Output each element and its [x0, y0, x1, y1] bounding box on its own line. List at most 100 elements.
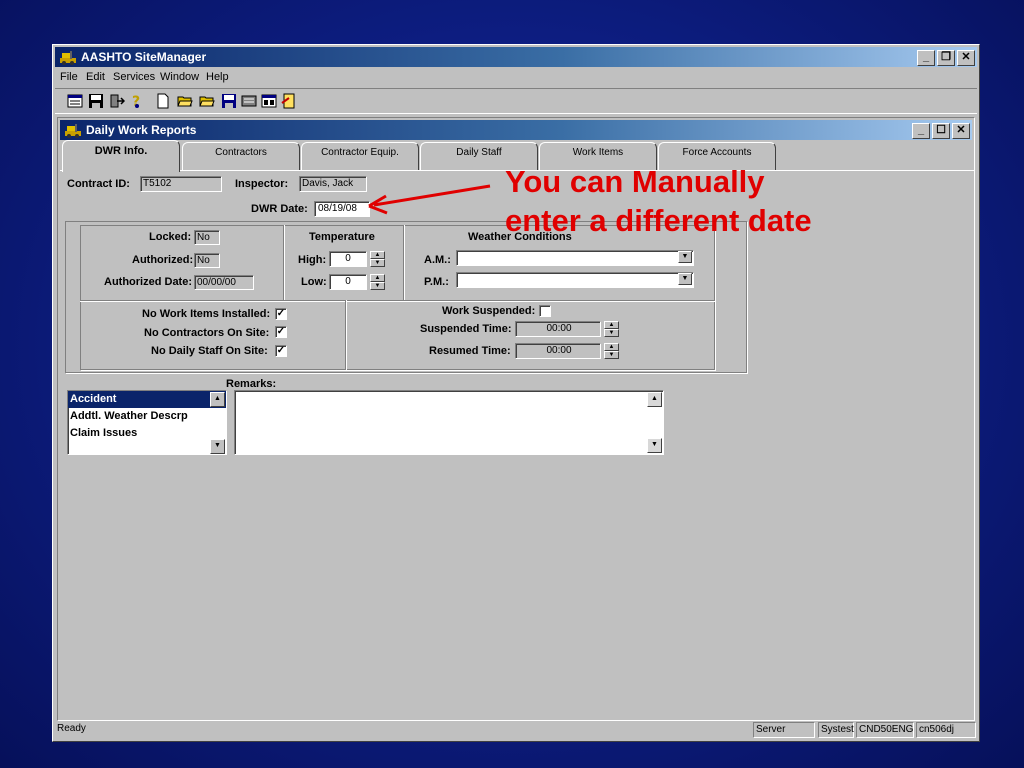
annotation-text: You can Manually enter a different date [505, 162, 812, 240]
list-item[interactable]: Claim Issues [68, 425, 226, 442]
report-icon[interactable] [261, 93, 277, 109]
remarks-textarea[interactable] [234, 390, 664, 455]
list-icon[interactable] [241, 93, 257, 109]
new-document-icon[interactable] [155, 93, 171, 109]
divider [403, 225, 404, 301]
authorized-field: No [194, 253, 220, 268]
high-temp-input[interactable]: 0 [329, 251, 367, 267]
annotation-line-2: enter a different date [505, 203, 812, 238]
child-title: Daily Work Reports [86, 123, 197, 137]
suspended-time-label: Suspended Time: [420, 323, 512, 335]
remarks-scroll-down-icon[interactable]: ▼ [647, 438, 662, 453]
am-dropdown-arrow-icon[interactable]: ▼ [678, 251, 692, 263]
remarks-label: Remarks: [226, 378, 277, 390]
spin-down-icon[interactable]: ▼ [604, 351, 619, 359]
locked-field: No [194, 230, 220, 245]
menu-services[interactable]: Services [113, 71, 155, 83]
spin-down-icon[interactable]: ▼ [604, 329, 619, 337]
sitemanager-logo-icon [60, 51, 76, 65]
locked-label: Locked: [149, 231, 192, 243]
authorized-date-field: 00/00/00 [194, 275, 254, 290]
no-daily-staff-label: No Daily Staff On Site: [151, 345, 268, 357]
authorized-date-label: Authorized Date: [104, 276, 192, 288]
child-maximize-button[interactable]: ☐ [932, 123, 950, 139]
no-daily-staff-checkbox[interactable]: ✓ [275, 345, 287, 357]
pm-dropdown-arrow-icon[interactable]: ▼ [678, 273, 692, 285]
tab-contractors[interactable]: Contractors [182, 142, 300, 170]
low-label: Low: [301, 276, 327, 288]
notes-icon[interactable] [281, 93, 297, 109]
divider [80, 300, 715, 301]
child-title-bar[interactable]: Daily Work Reports _ ☐ ✕ [60, 120, 972, 140]
menu-edit[interactable]: Edit [86, 71, 105, 83]
work-suspended-checkbox[interactable] [539, 305, 551, 317]
no-work-items-checkbox[interactable]: ✓ [275, 308, 287, 320]
list-item[interactable]: Addtl. Weather Descrp [68, 408, 226, 425]
spin-up-icon[interactable]: ▲ [604, 343, 619, 351]
contract-id-field: T5102 [140, 176, 222, 192]
menu-bar: File Edit Services Window Help [55, 68, 977, 87]
help-icon[interactable]: ? [129, 93, 145, 109]
suspended-time-spinner[interactable]: ▲ ▼ [604, 321, 619, 338]
temperature-heading: Temperature [309, 231, 375, 243]
list-item[interactable]: Accident [68, 391, 226, 408]
pm-label: P.M.: [424, 276, 449, 288]
child-close-button[interactable]: ✕ [952, 123, 970, 139]
menu-file[interactable]: File [60, 71, 78, 83]
divider [345, 300, 346, 370]
no-contractors-label: No Contractors On Site: [144, 327, 270, 339]
menu-help[interactable]: Help [206, 71, 229, 83]
work-suspended-label: Work Suspended: [442, 305, 536, 317]
menu-window[interactable]: Window [160, 71, 199, 83]
minimize-button[interactable]: _ [917, 50, 935, 66]
resumed-time-spinner[interactable]: ▲ ▼ [604, 343, 619, 360]
resumed-time-field[interactable]: 00:00 [515, 343, 601, 359]
inspector-label: Inspector: [235, 178, 289, 190]
calendar-icon[interactable] [67, 93, 83, 109]
divider [283, 225, 284, 301]
toolbar: ? [55, 88, 977, 114]
pm-weather-select[interactable] [456, 272, 694, 288]
low-temp-spinner[interactable]: ▲ ▼ [370, 274, 385, 291]
tab-dwr-info[interactable]: DWR Info. [62, 140, 180, 172]
spin-up-icon[interactable]: ▲ [370, 274, 385, 282]
child-minimize-button[interactable]: _ [912, 123, 930, 139]
tab-contractor-equip[interactable]: Contractor Equip. [301, 142, 419, 170]
am-label: A.M.: [424, 254, 451, 266]
high-temp-spinner[interactable]: ▲ ▼ [370, 251, 385, 268]
remarks-scroll-up-icon[interactable]: ▲ [647, 392, 662, 407]
high-label: High: [298, 254, 327, 266]
status-environment: Systest [818, 722, 854, 738]
spin-up-icon[interactable]: ▲ [370, 251, 385, 259]
spin-up-icon[interactable]: ▲ [604, 321, 619, 329]
open-folder-icon[interactable] [177, 93, 193, 109]
inspector-field: Davis, Jack [299, 176, 367, 192]
dwr-date-label: DWR Date: [251, 203, 308, 215]
scroll-up-icon[interactable]: ▲ [210, 392, 225, 407]
am-weather-select[interactable] [456, 250, 694, 266]
open-folder-2-icon[interactable] [199, 93, 215, 109]
app-title-bar[interactable]: AASHTO SiteManager _ ❐ ✕ [55, 47, 977, 67]
status-server: Server [753, 722, 815, 738]
no-work-items-label: No Work Items Installed: [142, 308, 271, 320]
status-user: cn506dj [916, 722, 976, 738]
remarks-category-list[interactable]: Accident Addtl. Weather Descrp Claim Iss… [67, 390, 227, 455]
close-button[interactable]: ✕ [957, 50, 975, 66]
annotation-arrow-icon [368, 184, 491, 215]
restore-button[interactable]: ❐ [937, 50, 955, 66]
low-temp-input[interactable]: 0 [329, 274, 367, 290]
authorized-label: Authorized: [132, 254, 194, 266]
sitemanager-logo-icon [65, 124, 81, 138]
annotation-line-1: You can Manually [505, 164, 765, 199]
spin-down-icon[interactable]: ▼ [370, 282, 385, 290]
exit-icon[interactable] [109, 93, 125, 109]
app-title: AASHTO SiteManager [81, 50, 207, 64]
save-icon[interactable] [221, 93, 237, 109]
save-disk-icon[interactable] [88, 93, 104, 109]
no-contractors-checkbox[interactable]: ✓ [275, 326, 287, 338]
suspended-time-field[interactable]: 00:00 [515, 321, 601, 337]
spin-down-icon[interactable]: ▼ [370, 259, 385, 267]
status-bar: Ready Server Systest CND50ENG cn506dj [55, 721, 977, 739]
status-database: CND50ENG [856, 722, 914, 738]
scroll-down-icon[interactable]: ▼ [210, 439, 225, 454]
